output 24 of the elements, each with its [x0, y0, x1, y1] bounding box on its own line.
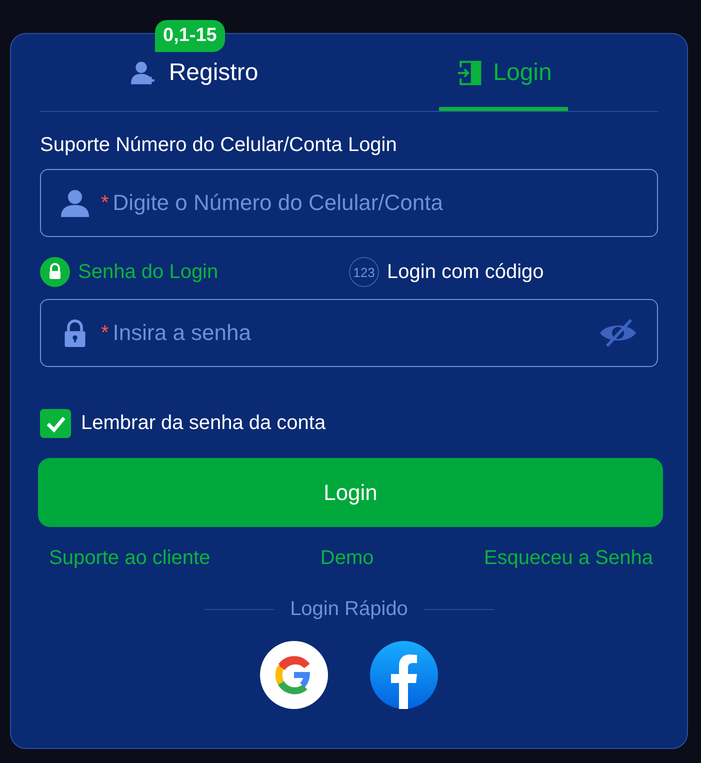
link[interactable]: Demo	[320, 547, 374, 570]
login-mode-option[interactable]: 123 Login com código	[349, 257, 658, 287]
link[interactable]: Esqueceu a Senha	[484, 547, 653, 570]
required-mark: *	[101, 322, 109, 344]
door-icon	[455, 60, 484, 86]
quick-login-title: Login Rápido	[290, 598, 408, 621]
checkbox[interactable]	[40, 409, 71, 438]
code-icon: 123	[349, 257, 379, 287]
tab[interactable]: Login	[439, 34, 568, 111]
user-icon	[61, 189, 89, 217]
login-button[interactable]: Login	[38, 458, 663, 527]
link[interactable]: Suporte ao cliente	[49, 547, 210, 570]
checkbox-label: Lembrar da senha da conta	[81, 412, 326, 435]
google-login-icon[interactable]	[260, 641, 328, 709]
facebook-login-icon[interactable]	[370, 641, 438, 709]
required-mark: *	[101, 192, 109, 214]
bonus-badge: 0,1-15	[155, 20, 225, 52]
account-field[interactable]: * Digite o Número do Celular/Conta	[40, 169, 658, 237]
field-label: Suporte Número do Celular/Conta Login	[40, 134, 398, 157]
password-field[interactable]: * Insira a senha	[40, 299, 658, 367]
lock-icon	[40, 257, 70, 287]
password-input[interactable]: Insira a senha	[110, 319, 599, 347]
login-mode-option[interactable]: Senha do Login	[40, 257, 349, 287]
text-input[interactable]: Digite o Número do Celular/Conta	[110, 189, 637, 217]
